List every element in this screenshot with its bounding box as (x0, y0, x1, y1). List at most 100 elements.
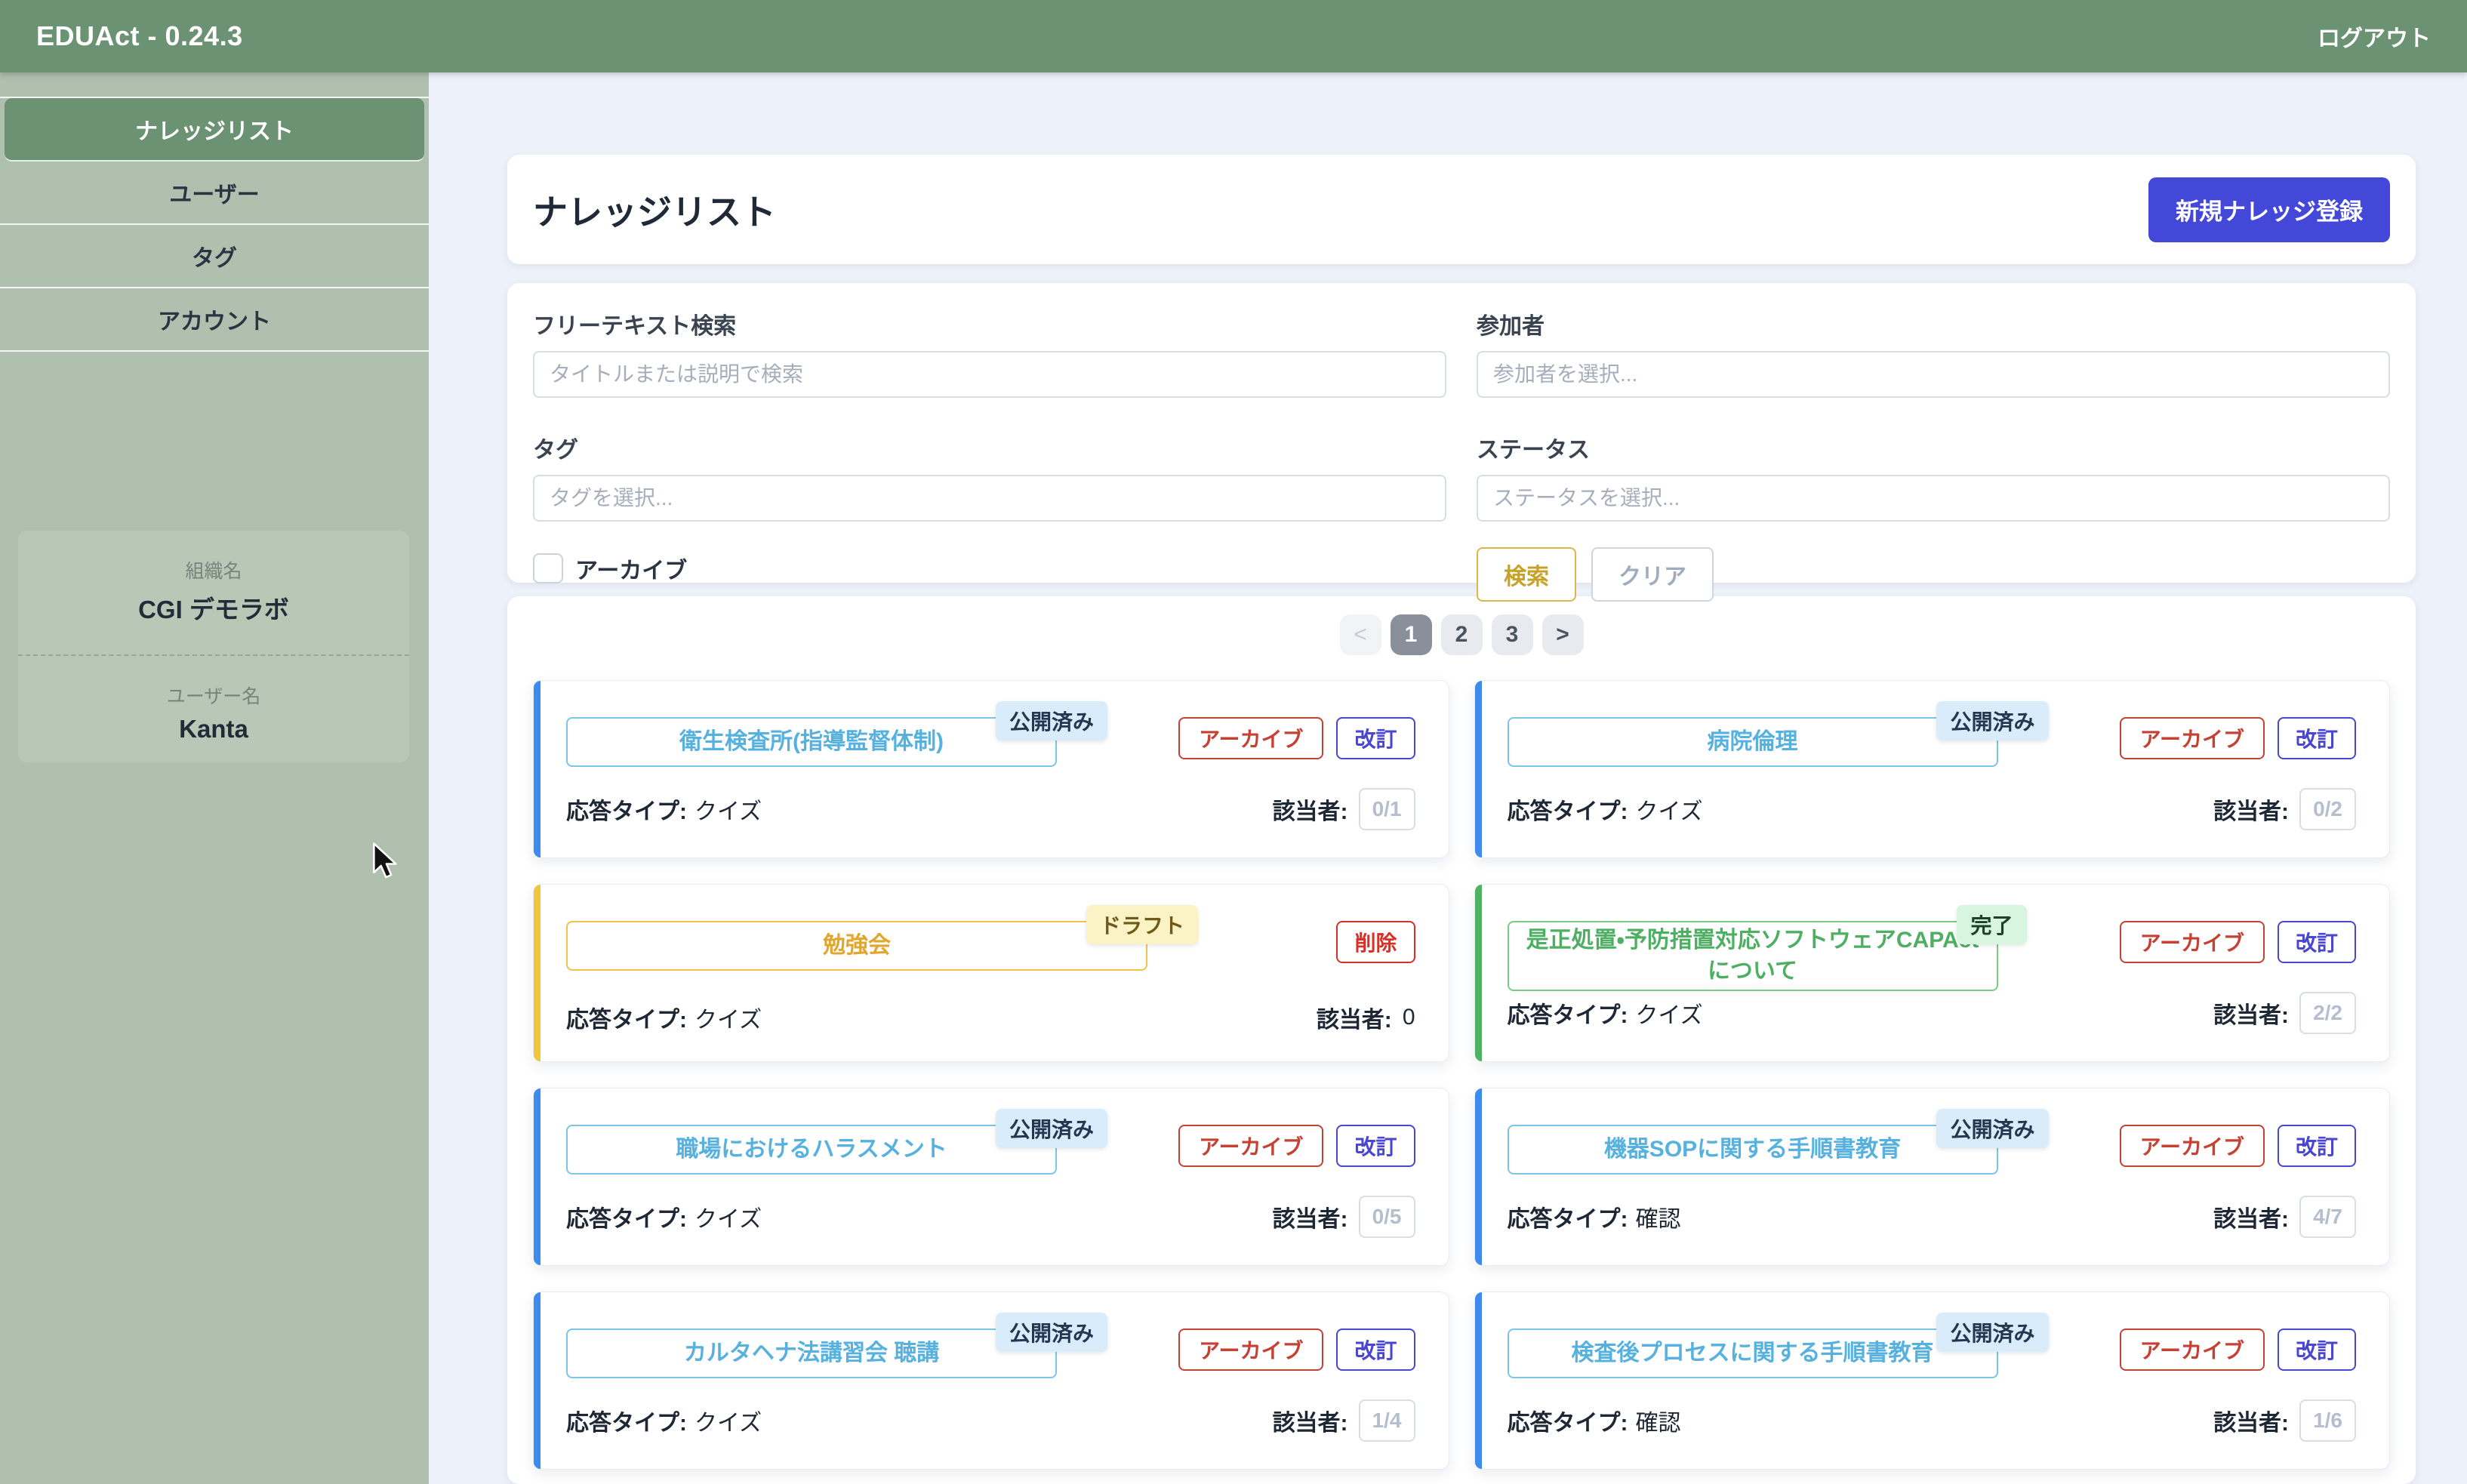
response-type: 応答タイプ:クイズ (566, 1001, 762, 1034)
applicable-count: 該当者:1/6 (2213, 1399, 2356, 1442)
response-type: 応答タイプ:クイズ (1508, 996, 1703, 1030)
revise-button[interactable]: 改訂 (2278, 1329, 2356, 1371)
pagination-page-1[interactable]: 1 (1391, 614, 1432, 655)
knowledge-title-button[interactable]: 是正処置・予防措置対応ソフトウェアCAPActについて (1508, 921, 1998, 991)
knowledge-title-button[interactable]: 病院倫理 (1508, 717, 1998, 767)
sidebar-item-knowledge-list[interactable]: ナレッジリスト (5, 98, 424, 162)
applicable-count-box: 4/7 (2299, 1196, 2356, 1238)
applicable-count-box: 1/4 (1359, 1399, 1415, 1442)
tag-label: タグ (533, 431, 1446, 464)
pagination: < 1 2 3 > (533, 614, 2390, 655)
panel-divider (18, 654, 409, 656)
knowledge-title-button[interactable]: 勉強会 (566, 921, 1147, 971)
archive-button[interactable]: アーカイブ (1178, 717, 1323, 759)
status-badge: 公開済み (996, 1109, 1107, 1148)
response-type: 応答タイプ:確認 (1508, 1200, 1681, 1233)
status-badge: 公開済み (1936, 1313, 2048, 1352)
response-type: 応答タイプ:クイズ (1508, 793, 1703, 826)
filter-panel: フリーテキスト検索 タグ アーカイブ 参加者 ステータス 検索 クリア (507, 283, 2416, 583)
sidebar-item-tags[interactable]: タグ (0, 225, 429, 288)
applicable-count-box: 0/1 (1359, 788, 1415, 830)
logout-button[interactable]: ログアウト (2318, 20, 2431, 53)
status-badge: 公開済み (996, 701, 1107, 740)
status-label: ステータス (1477, 431, 2390, 464)
response-type: 応答タイプ:クイズ (566, 793, 762, 826)
knowledge-card-grid: 衛生検査所(指導監督体制) 公開済み アーカイブ 改訂 応答タイプ:クイズ 該当… (533, 680, 2390, 1470)
knowledge-card: 検査後プロセスに関する手順書教育 公開済み アーカイブ 改訂 応答タイプ:確認 … (1474, 1292, 2391, 1470)
applicable-count: 該当者:0/5 (1273, 1196, 1415, 1238)
applicable-count: 該当者:4/7 (2213, 1196, 2356, 1238)
free-text-input[interactable] (533, 351, 1446, 398)
status-accent-bar (534, 681, 541, 857)
revise-button[interactable]: 改訂 (2278, 921, 2356, 963)
sidebar-item-account[interactable]: アカウント (0, 288, 429, 352)
revise-button[interactable]: 改訂 (2278, 717, 2356, 759)
status-badge: 公開済み (996, 1313, 1107, 1352)
archive-button[interactable]: アーカイブ (1178, 1125, 1323, 1167)
filter-column-right: 参加者 ステータス 検索 クリア (1477, 301, 2390, 602)
sidebar-item-users[interactable]: ユーザー (0, 162, 429, 225)
user-label: ユーザー名 (18, 682, 409, 709)
knowledge-list-panel: < 1 2 3 > 衛生検査所(指導監督体制) 公開済み アーカイブ 改訂 (507, 596, 2416, 1484)
tag-select-input[interactable] (533, 475, 1446, 522)
org-label: 組織名 (18, 556, 409, 583)
main-content: ナレッジリスト 新規ナレッジ登録 フリーテキスト検索 タグ アーカイブ 参加者 … (429, 0, 2467, 1484)
archive-button[interactable]: アーカイブ (2120, 1125, 2265, 1167)
delete-button[interactable]: 削除 (1336, 921, 1415, 963)
sidebar: ナレッジリスト ユーザー タグ アカウント 組織名 CGI デモラボ ユーザー名… (0, 72, 429, 1484)
new-knowledge-button[interactable]: 新規ナレッジ登録 (2148, 177, 2390, 242)
knowledge-title-button[interactable]: 衛生検査所(指導監督体制) (566, 717, 1057, 767)
revise-button[interactable]: 改訂 (1336, 1125, 1415, 1167)
response-type: 応答タイプ:クイズ (566, 1200, 762, 1233)
participants-select-input[interactable] (1477, 351, 2390, 398)
knowledge-title-button[interactable]: 検査後プロセスに関する手順書教育 (1508, 1329, 1998, 1378)
revise-button[interactable]: 改訂 (1336, 717, 1415, 759)
revise-button[interactable]: 改訂 (2278, 1125, 2356, 1167)
status-badge: 公開済み (1936, 701, 2048, 740)
pagination-page-2[interactable]: 2 (1441, 614, 1483, 655)
applicable-count: 該当者:0 (1317, 1001, 1415, 1034)
revise-button[interactable]: 改訂 (1336, 1329, 1415, 1371)
clear-button[interactable]: クリア (1591, 547, 1714, 602)
pagination-page-3[interactable]: 3 (1492, 614, 1533, 655)
archive-button[interactable]: アーカイブ (2120, 921, 2265, 963)
applicable-count-box: 0/5 (1359, 1196, 1415, 1238)
pagination-prev[interactable]: < (1340, 614, 1381, 655)
applicable-count: 該当者:0/1 (1273, 788, 1415, 830)
archive-button[interactable]: アーカイブ (2120, 717, 2265, 759)
archive-filter-row: アーカイブ (533, 552, 1446, 585)
sidebar-nav: ナレッジリスト ユーザー タグ アカウント (0, 97, 429, 352)
status-accent-bar (1475, 681, 1482, 857)
page-header: ナレッジリスト 新規ナレッジ登録 (507, 155, 2416, 264)
knowledge-card: 是正処置・予防措置対応ソフトウェアCAPActについて 完了 アーカイブ 改訂 … (1474, 884, 2391, 1062)
app-title: EDUAct - 0.24.3 (36, 20, 243, 52)
response-type: 応答タイプ:確認 (1508, 1404, 1681, 1437)
knowledge-card: カルタヘナ法講習会 聴講 公開済み アーカイブ 改訂 応答タイプ:クイズ 該当者… (533, 1292, 1449, 1470)
knowledge-card: 衛生検査所(指導監督体制) 公開済み アーカイブ 改訂 応答タイプ:クイズ 該当… (533, 680, 1449, 858)
status-select-input[interactable] (1477, 475, 2390, 522)
status-accent-bar (534, 885, 541, 1061)
filter-column-left: フリーテキスト検索 タグ アーカイブ (533, 301, 1446, 602)
knowledge-card: 職場におけるハラスメント 公開済み アーカイブ 改訂 応答タイプ:クイズ 該当者… (533, 1088, 1449, 1266)
applicable-count: 該当者:1/4 (1273, 1399, 1415, 1442)
page-title: ナレッジリスト (533, 185, 776, 235)
archive-button[interactable]: アーカイブ (1178, 1329, 1323, 1371)
status-accent-bar (1475, 1292, 1482, 1469)
knowledge-card: 勉強会 ドラフト 削除 応答タイプ:クイズ 該当者:0 (533, 884, 1449, 1062)
knowledge-title-button[interactable]: 職場におけるハラスメント (566, 1125, 1057, 1175)
search-button[interactable]: 検索 (1477, 547, 1576, 602)
org-user-panel: 組織名 CGI デモラボ ユーザー名 Kanta (18, 531, 409, 762)
status-badge: ドラフト (1086, 905, 1198, 944)
archive-button[interactable]: アーカイブ (2120, 1329, 2265, 1371)
knowledge-title-button[interactable]: 機器SOPに関する手順書教育 (1508, 1125, 1998, 1175)
archive-checkbox[interactable] (533, 553, 563, 583)
pagination-next[interactable]: > (1542, 614, 1584, 655)
user-name: Kanta (18, 715, 409, 744)
status-badge: 完了 (1957, 905, 2026, 944)
top-bar: EDUAct - 0.24.3 ログアウト (0, 0, 2467, 72)
knowledge-title-button[interactable]: カルタヘナ法講習会 聴講 (566, 1329, 1057, 1378)
free-text-label: フリーテキスト検索 (533, 307, 1446, 340)
applicable-count: 該当者:0/2 (2213, 788, 2356, 830)
applicable-count-box: 0/2 (2299, 788, 2356, 830)
applicable-count: 該当者:2/2 (2213, 992, 2356, 1034)
